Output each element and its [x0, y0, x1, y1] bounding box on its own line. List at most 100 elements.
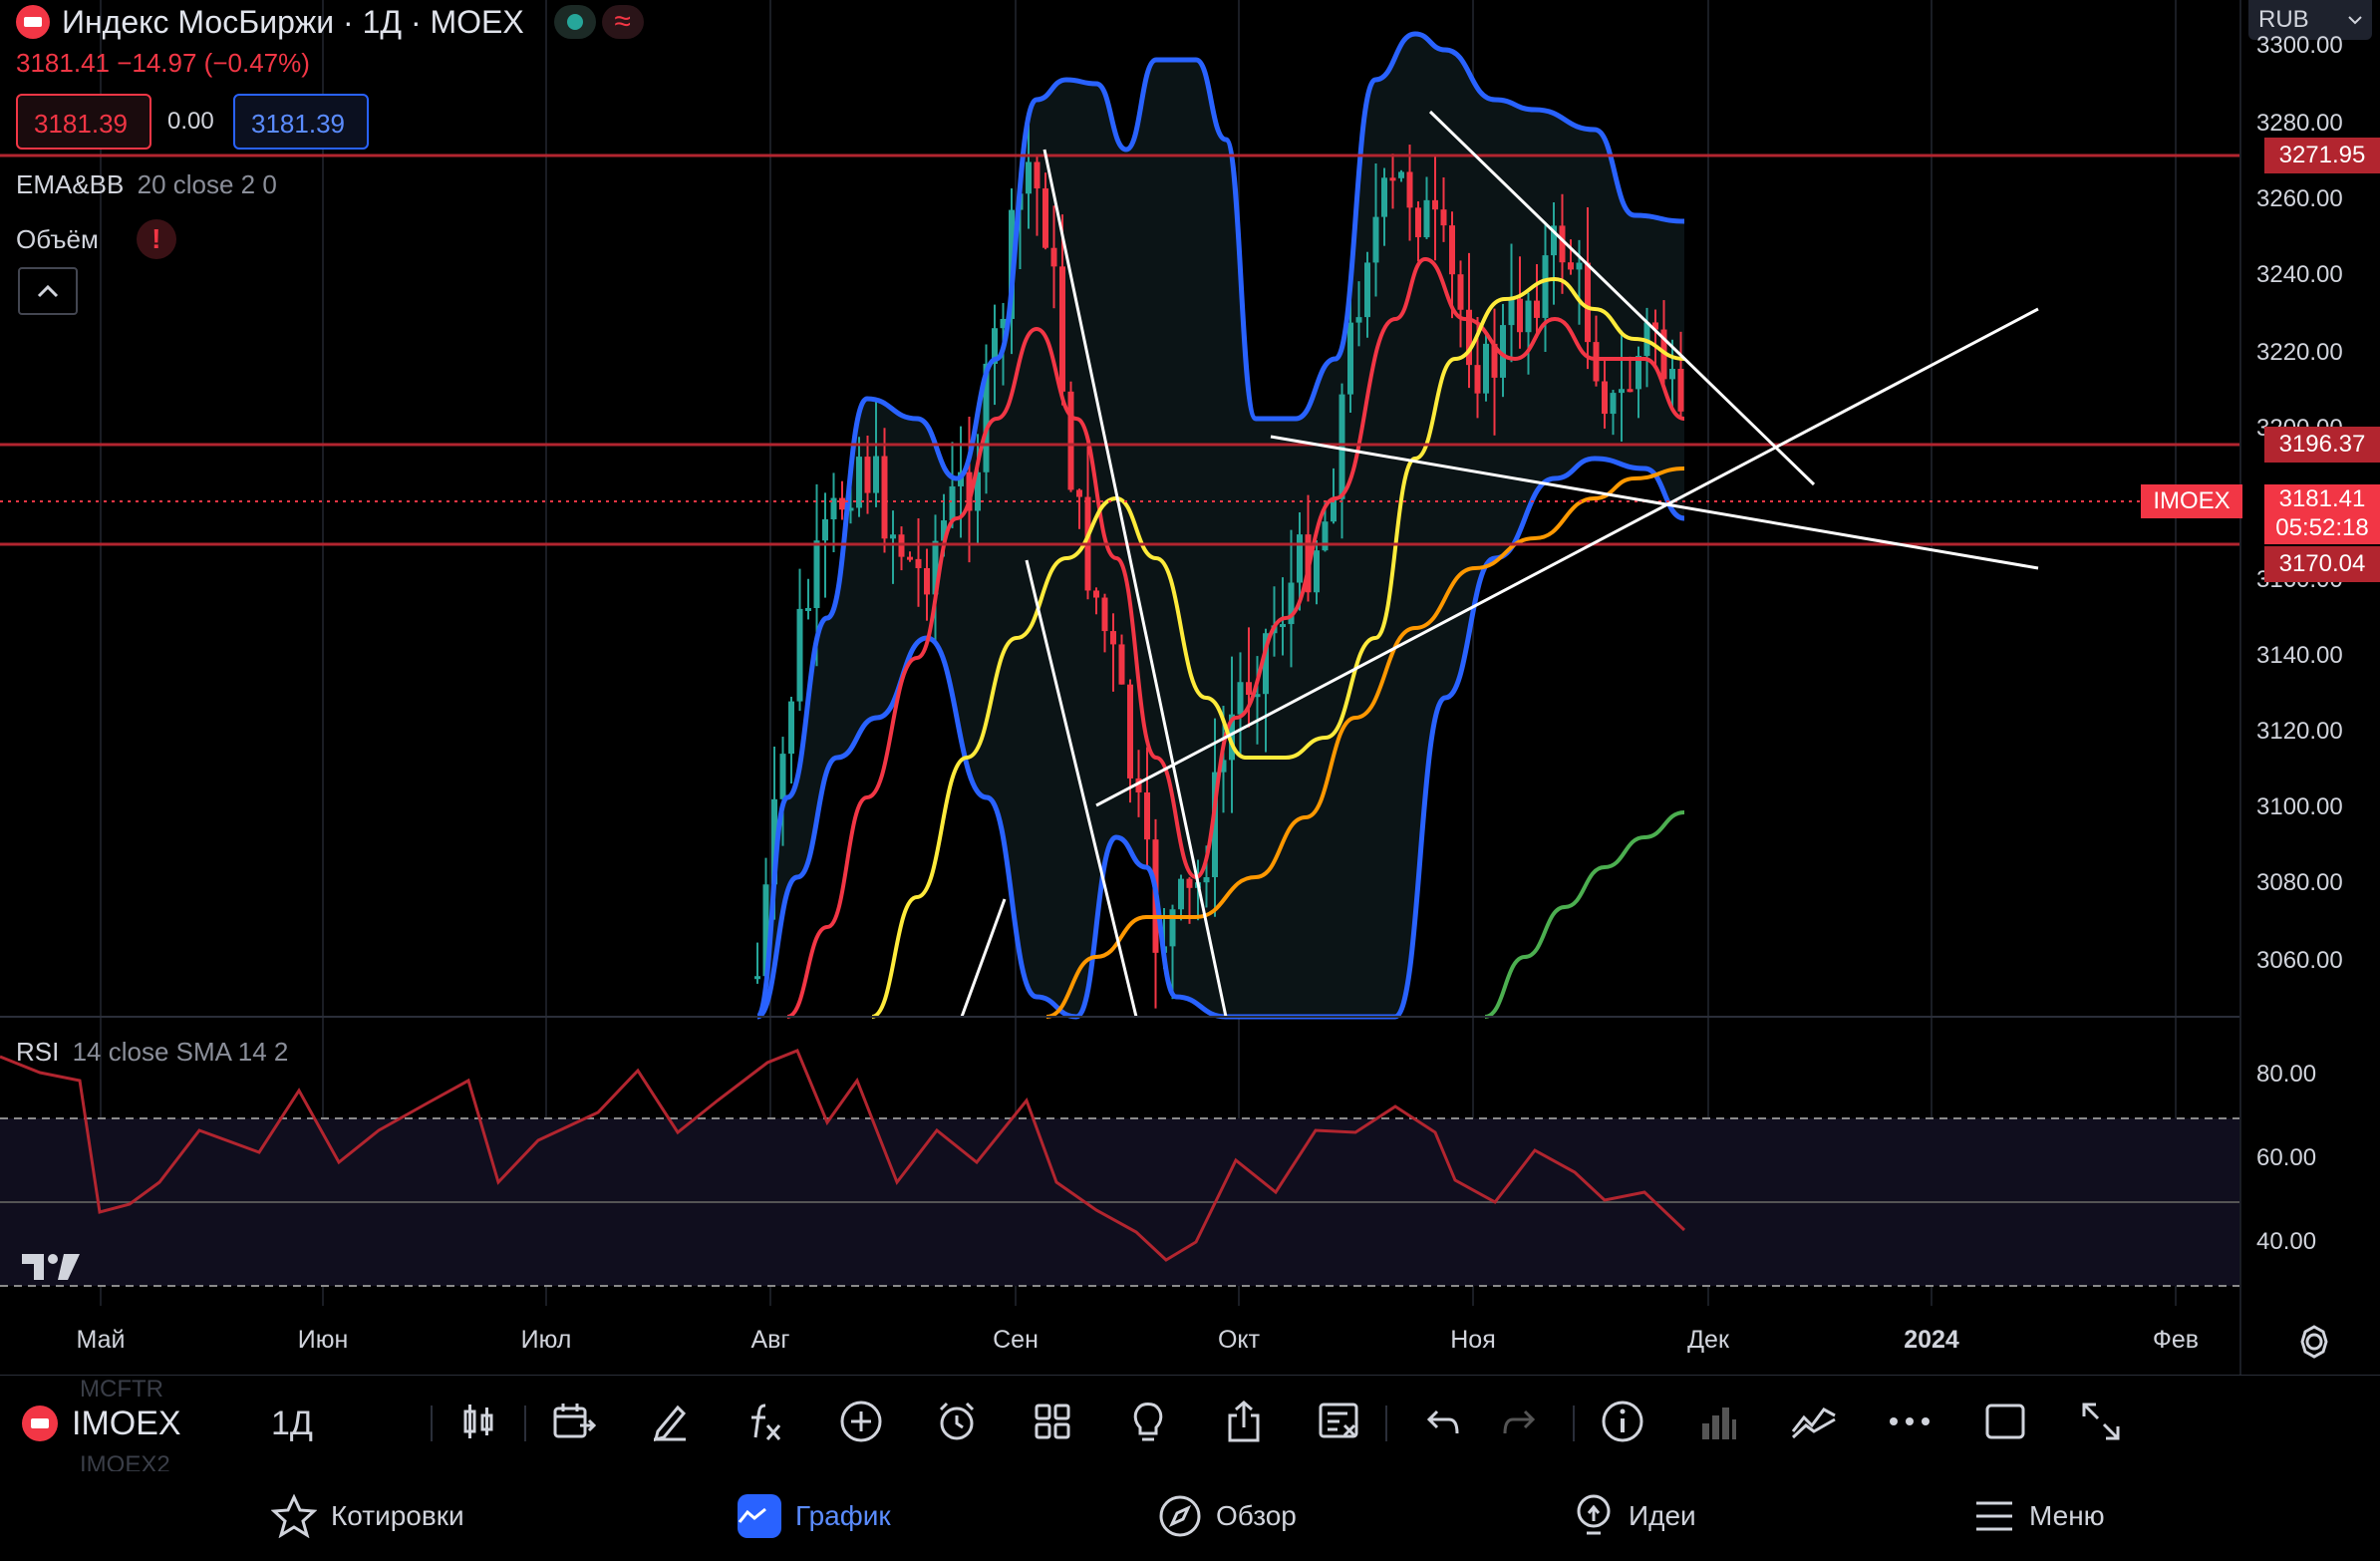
price-axis-label: 3260.00: [2256, 185, 2343, 212]
moex-logo-icon: [16, 5, 50, 39]
time-axis-label: Фев: [2152, 1326, 2200, 1354]
undo-icon: [1426, 1409, 1459, 1434]
time-axis-label: Сен: [993, 1326, 1039, 1354]
hamburger-menu-icon: [1976, 1501, 2012, 1531]
price-axis-label: 3140.00: [2256, 642, 2343, 669]
nav-ideas[interactable]: Идеи: [1573, 1471, 1696, 1561]
strategy-button[interactable]: [1782, 1390, 1846, 1453]
tradingview-logo-icon: [22, 1254, 80, 1280]
chart-title[interactable]: Индекс МосБиржи · 1Д · MOEX: [62, 4, 524, 41]
nav-overview[interactable]: Обзор: [1158, 1471, 1297, 1561]
bottom-navigation: Котировки График Обзор Идеи Меню: [0, 1471, 2380, 1561]
indicator-params: 20 close 2 0: [137, 169, 277, 199]
buy-price-button[interactable]: 3181.39: [233, 94, 369, 150]
symbol-legend[interactable]: Индекс МосБиржи · 1Д · MOEX ≈: [16, 2, 644, 42]
nav-label: Котировки: [331, 1500, 464, 1531]
moex-logo-icon: [22, 1405, 58, 1441]
rsi-axis-label: 40.00: [2256, 1228, 2317, 1255]
delayed-data-icon[interactable]: ≈: [601, 5, 644, 39]
nav-menu[interactable]: Меню: [1973, 1471, 2105, 1561]
nav-chart[interactable]: График: [738, 1471, 891, 1561]
more-button[interactable]: [1878, 1390, 1941, 1453]
compare-button[interactable]: [542, 1390, 606, 1453]
clear-list-icon: [1319, 1403, 1358, 1438]
more-dots-icon: [1890, 1417, 1930, 1425]
add-button[interactable]: [829, 1390, 893, 1453]
time-axis-label: Июн: [297, 1326, 349, 1354]
price-axis-label: 3280.00: [2256, 110, 2343, 137]
bollinger-band-fill: [757, 34, 1684, 1017]
time-axis-label: Дек: [1687, 1326, 1729, 1354]
indicator-name: EMA&BB: [16, 169, 125, 199]
nav-quotes[interactable]: Котировки: [271, 1471, 464, 1561]
trend-wave-icon: [1791, 1407, 1836, 1439]
time-axis-label: Ноя: [1450, 1326, 1496, 1354]
market-status-icon[interactable]: [553, 5, 596, 39]
price-axis-label: 3120.00: [2256, 718, 2343, 745]
compass-icon: [1159, 1495, 1201, 1537]
share-button[interactable]: [1212, 1390, 1276, 1453]
price-tag-high[interactable]: 3271.95: [2264, 138, 2380, 173]
interval-button[interactable]: 1Д: [271, 1398, 313, 1449]
chevron-down-icon: [2348, 16, 2362, 25]
grid-icon: [1035, 1404, 1070, 1439]
chevron-up-icon: [37, 284, 59, 298]
price-axis-label: 3080.00: [2256, 869, 2343, 896]
rsi-axis-label: 60.00: [2256, 1144, 2317, 1171]
layout-button[interactable]: [1021, 1390, 1084, 1453]
chart-canvas[interactable]: [0, 0, 2380, 1376]
lightbulb-icon: [1133, 1403, 1163, 1441]
ideas-button[interactable]: [1116, 1390, 1180, 1453]
square-icon: [1985, 1404, 2025, 1439]
redo-button[interactable]: [1487, 1390, 1551, 1453]
redo-icon: [1503, 1409, 1536, 1434]
sell-price-button[interactable]: 3181.39: [16, 94, 151, 150]
share-icon: [1228, 1401, 1260, 1442]
select-area-button[interactable]: [1973, 1390, 2037, 1453]
info-icon: [1602, 1401, 1643, 1442]
alarm-clock-icon: [939, 1402, 975, 1440]
time-axis-label: Май: [76, 1326, 126, 1354]
quote-change: 3181.41 −14.97 (−0.47%): [16, 48, 310, 78]
time-axis-label: Окт: [1217, 1326, 1261, 1354]
time-axis-label: Авг: [750, 1326, 790, 1354]
bottom-toolbar: MCFTR IMOEX2 IMOEX 1Д: [0, 1376, 2380, 1478]
chart-nav-icon: [738, 1494, 781, 1538]
price-axis-label: 3240.00: [2256, 261, 2343, 288]
price-axis-label: 3060.00: [2256, 947, 2343, 974]
rsi-legend[interactable]: RSI 14 close SMA 14 2: [16, 1037, 288, 1068]
time-axis-label: 2024: [1904, 1326, 1959, 1354]
symbol-search-button[interactable]: IMOEX: [22, 1398, 181, 1449]
chart-settings-gear-icon[interactable]: [2296, 1324, 2332, 1360]
currency-value: RUB: [2258, 6, 2309, 33]
indicator-legend-ema[interactable]: EMA&BB 20 close 2 0: [16, 169, 277, 200]
price-axis-label: 3220.00: [2256, 339, 2343, 366]
alert-button[interactable]: [925, 1390, 989, 1453]
nav-label: График: [795, 1500, 891, 1531]
symbol-info-button[interactable]: [1591, 1390, 1654, 1453]
pencil-icon: [653, 1405, 687, 1441]
chart-type-button[interactable]: [446, 1390, 510, 1453]
fullscreen-button[interactable]: [2069, 1390, 2133, 1453]
fx-icon: [751, 1404, 781, 1440]
drawing-tools-button[interactable]: [638, 1390, 702, 1453]
rsi-axis-label: 80.00: [2256, 1061, 2317, 1088]
star-icon: [271, 1494, 317, 1538]
calendar-arrows-icon: [553, 1404, 596, 1438]
remove-drawings-button[interactable]: [1308, 1390, 1371, 1453]
indicators-button[interactable]: [734, 1390, 797, 1453]
candles-icon: [463, 1405, 493, 1438]
plus-circle-icon: [840, 1401, 882, 1442]
price-tag-mid[interactable]: 3196.37: [2264, 427, 2380, 463]
volume-profile-button[interactable]: [1686, 1390, 1750, 1453]
price-tag-low[interactable]: 3170.04: [2264, 546, 2380, 582]
symbol-name: IMOEX: [72, 1404, 181, 1442]
expand-icon: [2082, 1403, 2120, 1440]
price-axis-label: 3300.00: [2256, 32, 2343, 59]
time-axis-label: Июл: [520, 1326, 572, 1354]
warning-icon[interactable]: !: [136, 219, 176, 259]
collapse-legend-button[interactable]: [18, 267, 78, 315]
nav-label: Обзор: [1216, 1500, 1297, 1531]
indicator-legend-volume[interactable]: Объём !: [16, 219, 176, 259]
undo-button[interactable]: [1411, 1390, 1475, 1453]
